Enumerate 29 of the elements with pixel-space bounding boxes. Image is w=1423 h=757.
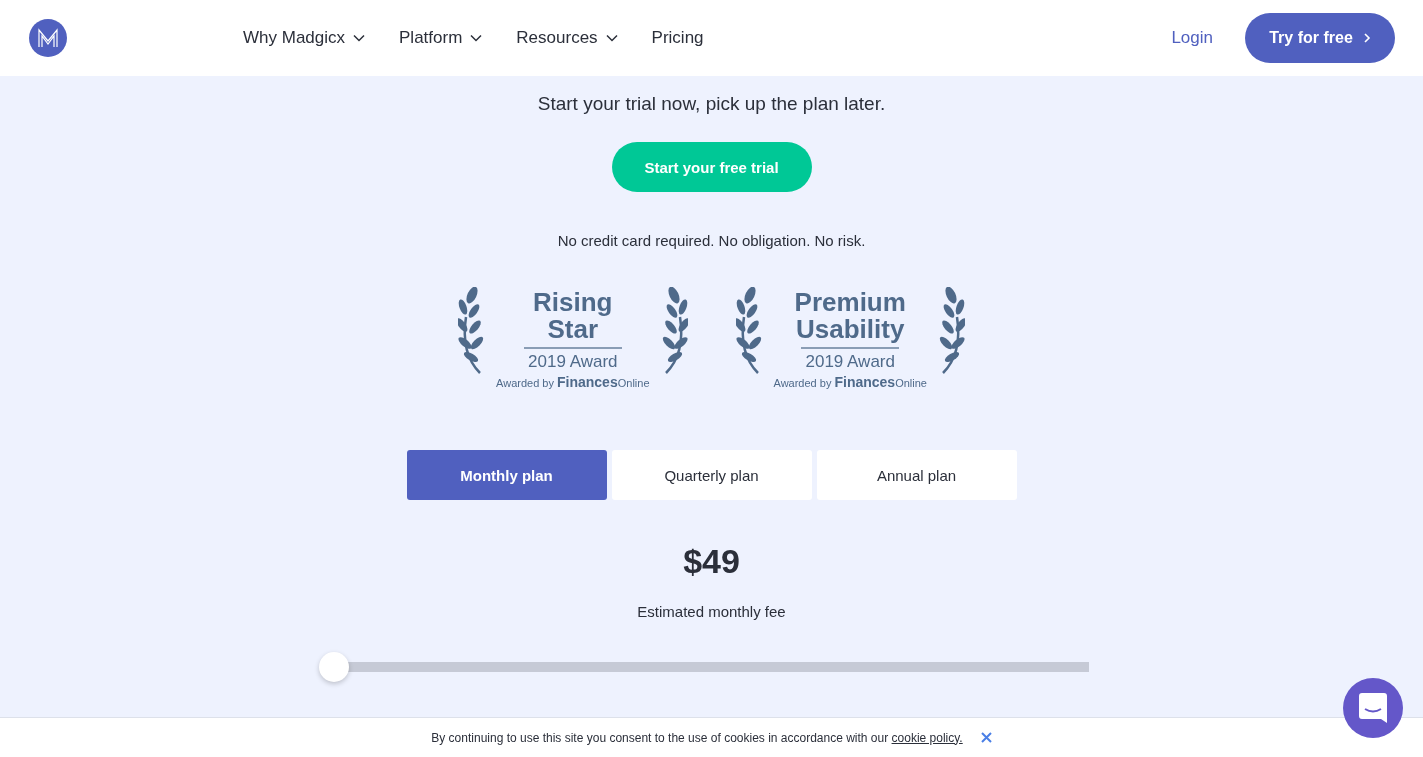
- cookie-notice: By continuing to use this site you consent to the use of cookies in accordance with our cookie policy.: [431, 730, 963, 745]
- try-free-button[interactable]: Try for free: [1245, 13, 1395, 63]
- close-icon[interactable]: [980, 732, 992, 743]
- chat-bubble-icon: [1359, 693, 1387, 723]
- logo-icon[interactable]: [29, 19, 67, 57]
- award-title: Rising: [533, 289, 613, 316]
- login-link[interactable]: Login: [1171, 28, 1213, 48]
- nav-link[interactable]: Pricing: [651, 28, 704, 48]
- plan-tab[interactable]: Quarterly plan: [611, 450, 812, 500]
- awarded-by-text: Awarded by FinancesOnline: [496, 374, 650, 390]
- nav-link[interactable]: Resources: [516, 28, 618, 48]
- price-note: Estimated monthly fee: [637, 603, 786, 620]
- awarded-by-text: Awarded by FinancesOnline: [773, 374, 927, 390]
- award-title: Star: [547, 316, 599, 343]
- chat-button[interactable]: [1343, 678, 1403, 738]
- note-text: No credit card required. No obligation. No risk.: [557, 232, 866, 249]
- nav-link[interactable]: Platform: [399, 28, 483, 48]
- award-title: Premium: [794, 289, 906, 316]
- award-year: 2019 Award: [524, 347, 622, 372]
- nav-link[interactable]: Why Madgicx: [243, 28, 366, 48]
- plan-tab[interactable]: Monthly plan: [406, 450, 607, 500]
- chevron-icon: [1362, 32, 1371, 44]
- price: $49: [683, 542, 740, 581]
- headline: Start your trial now, pick up the plan later.: [537, 92, 886, 116]
- plan-tab[interactable]: Annual plan: [816, 450, 1017, 500]
- award-year: 2019 Award: [801, 347, 899, 372]
- slider-thumb[interactable]: [319, 652, 349, 682]
- award-title: Usability: [796, 316, 905, 343]
- cookie-policy-link[interactable]: cookie policy.: [891, 730, 963, 745]
